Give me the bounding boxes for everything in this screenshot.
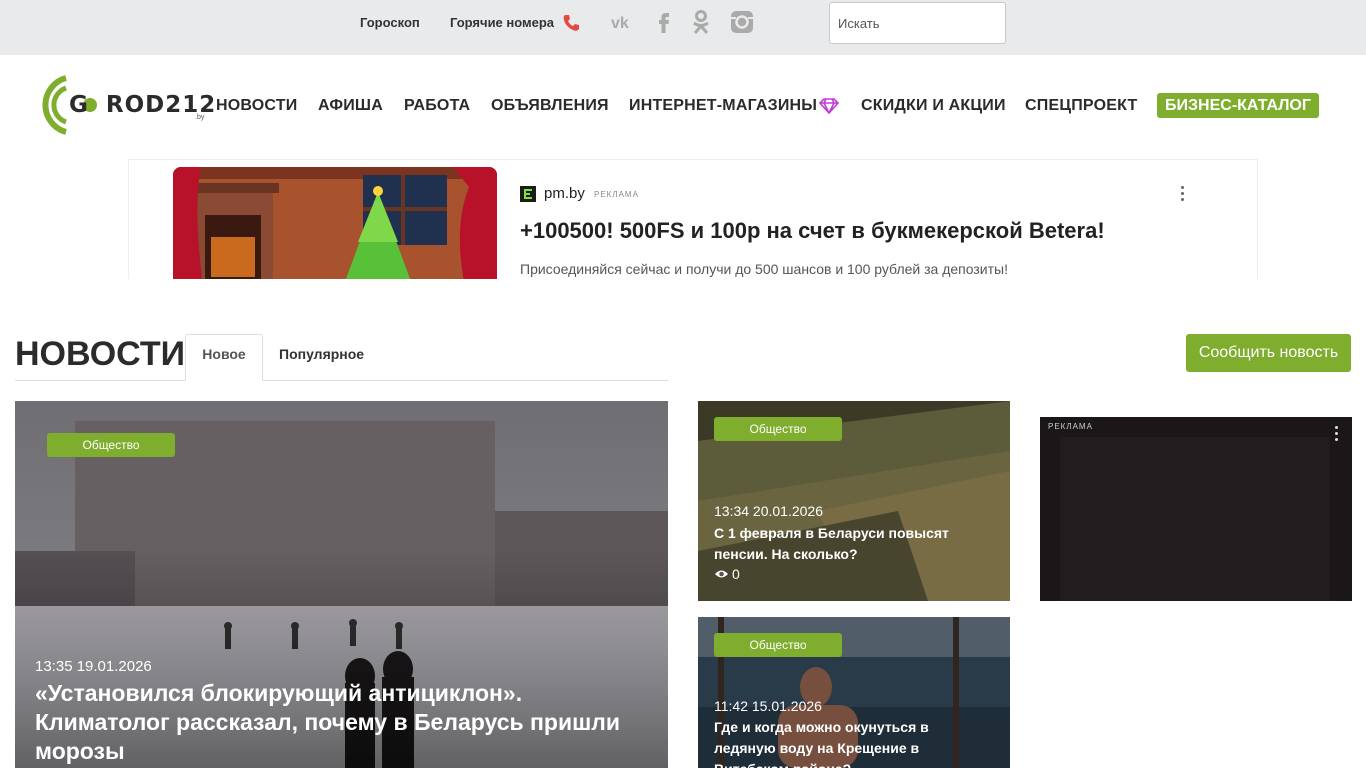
hot-numbers-link[interactable]: Горячие номера bbox=[450, 15, 554, 30]
more-options-icon[interactable] bbox=[1335, 426, 1339, 444]
news-date: 13:34 20.01.2026 bbox=[714, 503, 823, 519]
diamond-icon bbox=[819, 98, 839, 114]
news-card[interactable]: Общество 13:34 20.01.2026 С 1 февраля в … bbox=[698, 401, 1010, 601]
ad-video-frame bbox=[1040, 417, 1352, 601]
instagram-icon[interactable] bbox=[729, 9, 755, 35]
nav-discounts[interactable]: СКИДКИ И АКЦИИ bbox=[861, 97, 1006, 115]
tab-new[interactable]: Новое bbox=[185, 334, 263, 381]
logo-domain: .by bbox=[195, 114, 205, 121]
news-title[interactable]: Где и когда можно окунуться в ледяную во… bbox=[714, 717, 984, 768]
ad-description: Присоединяйся сейчас и получи до 500 шан… bbox=[520, 261, 1008, 277]
news-title[interactable]: С 1 февраля в Беларуси повысят пенсии. Н… bbox=[714, 523, 984, 565]
news-card[interactable]: Общество 11:42 15.01.2026 Где и когда мо… bbox=[698, 617, 1010, 768]
svg-text:vk: vk bbox=[611, 15, 629, 32]
ad-title[interactable]: +100500! 500FS и 100р на счет в букмекер… bbox=[520, 218, 1105, 244]
category-badge[interactable]: Общество bbox=[714, 417, 842, 441]
nav-jobs[interactable]: РАБОТА bbox=[404, 97, 470, 115]
nav-business-catalog[interactable]: БИЗНЕС-КАТАЛОГ bbox=[1157, 93, 1319, 118]
vk-icon[interactable]: vk bbox=[610, 9, 636, 35]
news-card-main[interactable]: Общество 13:35 19.01.2026 «Установился б… bbox=[15, 401, 668, 768]
report-news-button[interactable]: Сообщить новость bbox=[1186, 334, 1351, 372]
ad-image bbox=[173, 167, 497, 279]
search-input[interactable] bbox=[829, 2, 1006, 44]
views-count: 0 bbox=[732, 566, 740, 582]
ad-banner[interactable]: pm.by РЕКЛАМА +100500! 500FS и 100р на с… bbox=[128, 159, 1258, 279]
top-bar: Гороскоп Горячие номера vk bbox=[0, 0, 1366, 55]
news-date: 13:35 19.01.2026 bbox=[35, 658, 152, 675]
nav-special-project[interactable]: СПЕЦПРОЕКТ bbox=[1025, 97, 1137, 115]
tabs-divider bbox=[15, 380, 668, 381]
category-badge[interactable]: Общество bbox=[714, 633, 842, 657]
eye-icon bbox=[715, 570, 728, 578]
more-options-icon[interactable] bbox=[1181, 186, 1185, 204]
news-date: 11:42 15.01.2026 bbox=[714, 698, 822, 714]
odnoklassniki-icon[interactable] bbox=[688, 9, 714, 35]
ad-source-icon bbox=[520, 186, 536, 202]
nav-news[interactable]: НОВОСТИ bbox=[216, 97, 297, 115]
category-badge[interactable]: Общество bbox=[47, 433, 175, 457]
nav-classifieds[interactable]: ОБЪЯВЛЕНИЯ bbox=[491, 97, 609, 115]
nav-online-shops[interactable]: ИНТЕРНЕТ-МАГАЗИНЫ bbox=[629, 97, 817, 115]
news-heading: НОВОСТИ bbox=[15, 335, 186, 373]
ad-source[interactable]: pm.by bbox=[544, 185, 585, 202]
horoscope-link[interactable]: Гороскоп bbox=[360, 15, 420, 30]
phone-icon[interactable] bbox=[561, 13, 581, 33]
ad-label: РЕКЛАМА bbox=[594, 190, 639, 199]
news-title[interactable]: «Установился блокирующий антициклон». Кл… bbox=[35, 679, 655, 766]
ad-video[interactable]: РЕКЛАМА bbox=[1040, 417, 1352, 601]
tab-popular[interactable]: Популярное bbox=[279, 346, 364, 362]
facebook-icon[interactable] bbox=[651, 9, 677, 35]
ad-label: РЕКЛАМА bbox=[1048, 422, 1093, 431]
nav-afisha[interactable]: АФИША bbox=[318, 97, 383, 115]
